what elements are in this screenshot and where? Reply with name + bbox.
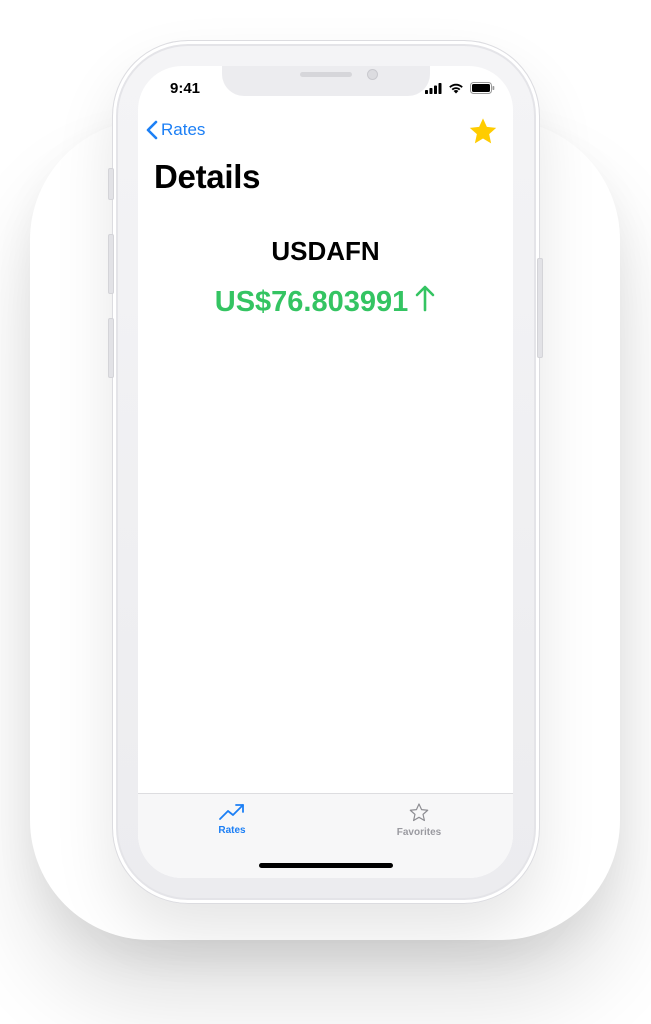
star-outline-icon xyxy=(409,803,429,822)
device-volume-up xyxy=(108,234,114,294)
device-mute-switch xyxy=(108,168,114,200)
star-filled-icon[interactable] xyxy=(467,116,499,148)
currency-pair: USDAFN xyxy=(271,236,380,266)
back-button-label: Rates xyxy=(161,120,206,139)
status-time: 9:41 xyxy=(170,80,201,97)
home-indicator[interactable] xyxy=(259,863,393,868)
back-button[interactable]: Rates xyxy=(146,120,205,140)
tab-rates[interactable]: Rates xyxy=(172,802,292,836)
tab-rates-label: Rates xyxy=(218,825,246,836)
status-icons xyxy=(425,82,495,94)
tab-favorites[interactable]: Favorites xyxy=(359,802,479,838)
app-screen: 9:41 Rates Details USDAFN US$76.803991 R… xyxy=(138,66,513,878)
wifi-icon xyxy=(449,83,463,94)
chevron-left-icon xyxy=(146,120,158,140)
rate-value: US$76.803991 xyxy=(214,285,409,318)
arrow-up-icon xyxy=(414,284,436,320)
battery-icon xyxy=(470,82,495,94)
signal-icon xyxy=(425,82,442,94)
stage: 9:41 Rates Details USDAFN US$76.803991 R… xyxy=(0,0,651,1024)
tab-favorites-label: Favorites xyxy=(396,827,442,838)
page-title: Details xyxy=(154,158,261,195)
notch xyxy=(222,66,430,96)
speaker-grille xyxy=(300,72,352,77)
trending-up-icon xyxy=(219,804,244,820)
device-volume-down xyxy=(108,318,114,378)
device-power-button xyxy=(537,258,543,358)
rate-row: US$76.803991 xyxy=(138,284,513,320)
front-camera xyxy=(367,69,378,80)
